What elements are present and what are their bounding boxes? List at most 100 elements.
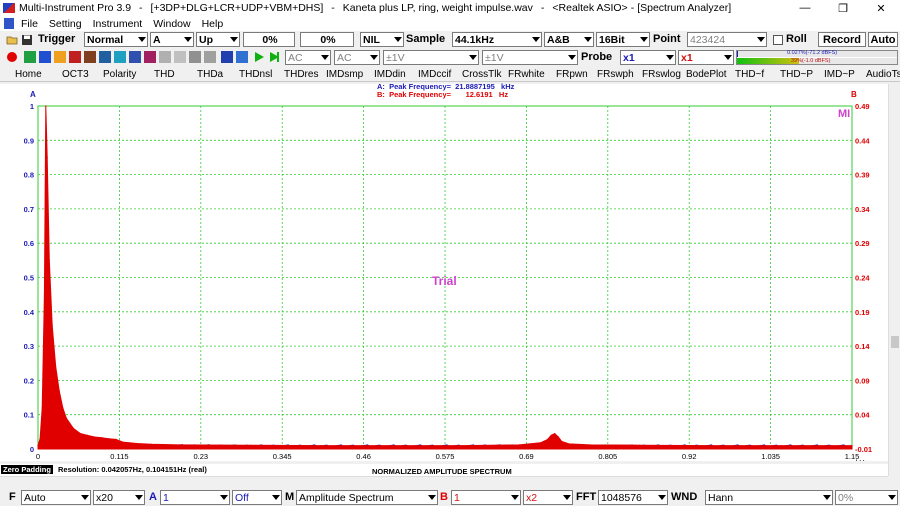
probe-tool-icon[interactable] — [221, 51, 233, 63]
y-right-tick-label: 0.24 — [855, 274, 870, 283]
app-title: Multi-Instrument Pro 3.9 — [19, 2, 132, 14]
series-b-point — [589, 444, 591, 446]
y-left-tick-label: 0 — [30, 445, 34, 454]
play-once-icon[interactable] — [268, 51, 280, 63]
tab-frswlog[interactable]: FRswlog — [642, 69, 681, 80]
phase-icon[interactable] — [84, 51, 96, 63]
a-mode-select[interactable]: Off — [232, 490, 282, 505]
frequency-scale-select[interactable]: Auto — [21, 490, 91, 505]
close-button[interactable]: ✕ — [862, 2, 900, 15]
tab-thd-p[interactable]: THD~P — [780, 69, 813, 80]
trigger-level-spinner[interactable]: 0% — [243, 32, 295, 47]
horizontal-scrollbar[interactable] — [0, 476, 888, 488]
open-folder-icon[interactable] — [6, 34, 18, 46]
minimize-button[interactable]: — — [786, 2, 824, 15]
series-b-point — [51, 324, 53, 327]
spectrum-chart[interactable]: 0 0.115 0.23 0.345 0.46 0.575 0.69 0.805 0.92 1.0… — [0, 84, 888, 461]
tab-thda[interactable]: THDa — [197, 69, 223, 80]
fft-size-select[interactable]: 1048576 — [598, 490, 668, 505]
bits-select[interactable]: 16Bit — [596, 32, 650, 47]
tab-imddin[interactable]: IMDdin — [374, 69, 406, 80]
tab-thd[interactable]: THD — [154, 69, 175, 80]
scroll-thumb[interactable] — [891, 336, 899, 348]
tab-thd-f[interactable]: THD~f — [735, 69, 764, 80]
tab-frswph[interactable]: FRswph — [597, 69, 634, 80]
series-b-point — [122, 441, 124, 443]
menu-window[interactable]: Window — [153, 18, 190, 30]
range-b-select[interactable]: ±1V — [482, 50, 578, 65]
probe-a-select[interactable]: x1 — [620, 50, 676, 65]
auto-button[interactable]: Auto — [868, 32, 898, 47]
coupling-a-select[interactable]: AC — [285, 50, 331, 65]
tab-frpwn[interactable]: FRpwn — [556, 69, 588, 80]
menu-instrument[interactable]: Instrument — [93, 18, 143, 30]
spectrogram-icon[interactable] — [99, 51, 111, 63]
vertical-scrollbar[interactable] — [888, 84, 900, 476]
trigger-mode-select[interactable]: Normal — [84, 32, 148, 47]
oscilloscope-icon[interactable] — [24, 51, 36, 63]
trial-watermark: Trial — [432, 274, 457, 288]
y-right-tick-label: 0.09 — [855, 376, 870, 385]
copy-icon[interactable] — [174, 51, 186, 63]
tab-imdsmp[interactable]: IMDsmp — [326, 69, 363, 80]
record-dot-icon[interactable] — [7, 52, 17, 62]
series-b-point — [391, 445, 393, 447]
window-function-select[interactable]: Hann — [705, 490, 833, 505]
channels-select[interactable]: A&B — [544, 32, 594, 47]
tab-thdnsl[interactable]: THDnsl — [239, 69, 272, 80]
y-right-tick-label: 0.39 — [855, 171, 870, 180]
point-select[interactable]: 423424 — [687, 32, 767, 47]
sample-rate-select[interactable]: 44.1kHz — [452, 32, 542, 47]
spectrum-plot[interactable]: 0 0.115 0.23 0.345 0.46 0.575 0.69 0.805 0.92 1.0… — [0, 82, 888, 461]
settings-icon[interactable] — [189, 51, 201, 63]
x-tick-label: 1.035 — [761, 452, 780, 461]
save-icon[interactable] — [21, 34, 33, 46]
trigger-edge-select[interactable]: Up — [196, 32, 240, 47]
dso-icon[interactable] — [114, 51, 126, 63]
meter-icon[interactable] — [144, 51, 156, 63]
tab-audiotst[interactable]: AudioTst — [866, 69, 900, 80]
tab-thdres[interactable]: THDres — [284, 69, 318, 80]
range-a-select[interactable]: ±1V — [383, 50, 479, 65]
x-tick-label: 0.345 — [273, 452, 292, 461]
play-icon[interactable] — [253, 51, 265, 63]
restore-button[interactable]: ❐ — [824, 2, 862, 15]
f-label: F — [9, 491, 16, 503]
multimeter-icon[interactable] — [54, 51, 66, 63]
roll-checkbox[interactable] — [773, 35, 783, 45]
b-zoom-select[interactable]: x2 — [523, 490, 573, 505]
probe-b-select[interactable]: x1 — [678, 50, 734, 65]
tab-imdccif[interactable]: IMDccif — [418, 69, 451, 80]
record-button[interactable]: Record — [818, 32, 866, 47]
measurement-select[interactable]: Amplitude Spectrum — [296, 490, 438, 505]
device-icon[interactable] — [129, 51, 141, 63]
trigger-channel-select[interactable]: A — [150, 32, 194, 47]
print-icon[interactable] — [159, 51, 171, 63]
fft-label: FFT — [576, 491, 597, 503]
tab-home[interactable]: Home — [15, 69, 42, 80]
document-icon[interactable] — [4, 18, 14, 29]
trigger-delay-spinner[interactable]: 0% — [300, 32, 354, 47]
x-tick-label: 0 — [36, 452, 40, 461]
menu-help[interactable]: Help — [202, 18, 224, 30]
tab-crosstlk[interactable]: CrossTlk — [462, 69, 501, 80]
b-scale-select[interactable]: 1 — [451, 490, 521, 505]
tab-oct3[interactable]: OCT3 — [62, 69, 89, 80]
tab-polarity[interactable]: Polarity — [103, 69, 136, 80]
coupling-b-select[interactable]: AC — [334, 50, 380, 65]
tab-frwhite[interactable]: FRwhite — [508, 69, 545, 80]
tab-bodeplot[interactable]: BodePlot — [686, 69, 727, 80]
trigger-filter-select[interactable]: NIL — [360, 32, 404, 47]
frequency-zoom-select[interactable]: x20 — [93, 490, 145, 505]
generator-icon[interactable] — [69, 51, 81, 63]
spectrum-icon[interactable] — [39, 51, 51, 63]
channel-b-label: B — [851, 90, 857, 99]
speaker-icon[interactable] — [236, 51, 248, 63]
menu-file[interactable]: File — [21, 18, 38, 30]
tab-imd-p[interactable]: IMD~P — [824, 69, 855, 80]
toolbar-input: AC AC ±1V ±1V Probe x1 x1 0.027%(-71.2 d… — [0, 49, 900, 66]
calibration-icon[interactable] — [204, 51, 216, 63]
menu-setting[interactable]: Setting — [49, 18, 82, 30]
overlap-select[interactable]: 0% — [835, 490, 898, 505]
a-scale-select[interactable]: 1 — [160, 490, 230, 505]
